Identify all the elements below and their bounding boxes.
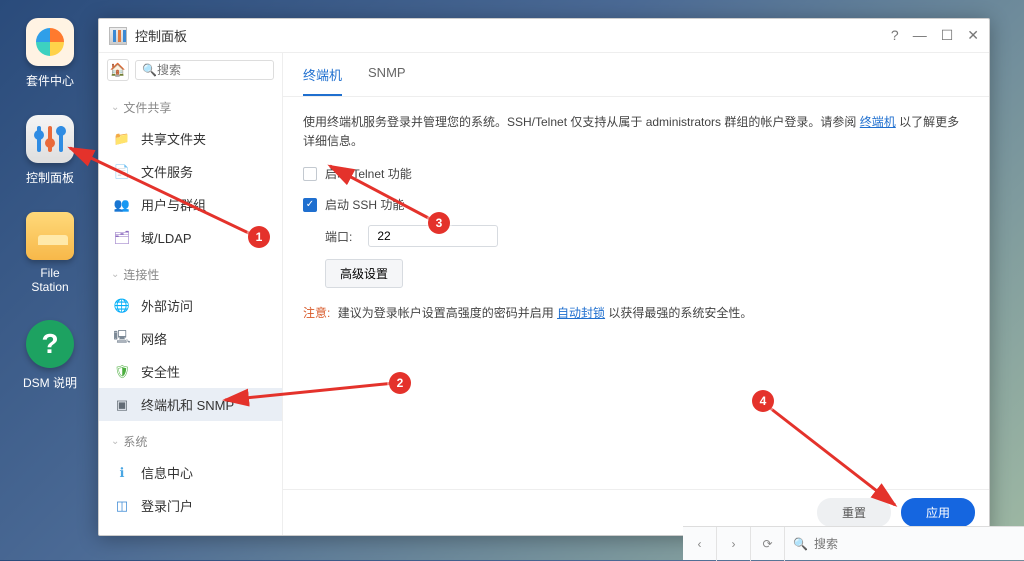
desktop-icon-pkg-center[interactable]: 套件中心: [20, 18, 80, 89]
sidebar-item-shared-folder[interactable]: 📁共享文件夹: [99, 122, 282, 155]
close-button[interactable]: ✕: [967, 27, 979, 44]
maximize-button[interactable]: ☐: [941, 27, 954, 44]
sidebar-item-terminal-snmp[interactable]: ▣终端机和 SNMP: [99, 388, 282, 421]
sidebar-search[interactable]: 🔍: [135, 60, 274, 80]
pkg-center-icon: [26, 18, 74, 66]
desktop-icon-dsm-help[interactable]: ? DSM 说明: [20, 320, 80, 391]
search-input[interactable]: [157, 63, 267, 77]
security-note: 注意: 建议为登录帐户设置高强度的密码并启用 自动封锁 以获得最强的系统安全性。: [303, 304, 969, 321]
network-icon: 🖳: [113, 330, 131, 348]
section-system[interactable]: ⌄系统: [99, 423, 282, 456]
sidebar-item-login-portal[interactable]: ◫登录门户: [99, 489, 282, 522]
chevron-down-icon: ⌄: [111, 269, 119, 280]
control-panel-icon: [26, 115, 74, 163]
sidebar-item-network[interactable]: 🖳网络: [99, 322, 282, 355]
terminal-help-link[interactable]: 终端机: [860, 115, 896, 129]
sidebar-item-external-access[interactable]: 🌐外部访问: [99, 289, 282, 322]
domain-icon: 🗂: [113, 229, 131, 247]
taskbar-search[interactable]: 🔍: [785, 537, 1024, 551]
info-icon: ℹ: [113, 464, 131, 482]
icon-label: DSM 说明: [20, 374, 80, 391]
file-icon: 📄: [113, 163, 131, 181]
search-icon: 🔍: [142, 63, 157, 77]
desktop-icon-control-panel[interactable]: 控制面板: [20, 115, 80, 186]
icon-label: File Station: [20, 266, 80, 294]
terminal-icon: ▣: [113, 396, 131, 414]
sidebar-item-user-group[interactable]: 👥用户与群组: [99, 188, 282, 221]
main-panel: 终端机 SNMP 使用终端机服务登录并管理您的系统。SSH/Telnet 仅支持…: [283, 53, 989, 535]
sidebar-item-security[interactable]: 🛡安全性: [99, 355, 282, 388]
help-button[interactable]: ?: [891, 27, 899, 44]
users-icon: 👥: [113, 196, 131, 214]
file-station-icon: [26, 212, 74, 260]
home-button[interactable]: 🏠: [107, 59, 129, 81]
description: 使用终端机服务登录并管理您的系统。SSH/Telnet 仅支持从属于 admin…: [303, 113, 969, 151]
tab-content: 使用终端机服务登录并管理您的系统。SSH/Telnet 仅支持从属于 admin…: [283, 97, 989, 489]
titlebar: 控制面板 ? — ☐ ✕: [99, 19, 989, 53]
window-controls: ? — ☐ ✕: [891, 27, 979, 44]
section-file-sharing[interactable]: ⌄文件共享: [99, 89, 282, 122]
nav-forward-button[interactable]: ›: [717, 527, 751, 561]
sidebar: 🏠 🔍 ⌄文件共享 📁共享文件夹 📄文件服务 👥用户与群组 🗂域/LDAP ⌄连…: [99, 53, 283, 535]
ssh-port-input[interactable]: [368, 225, 498, 247]
sidebar-item-info-center[interactable]: ℹ信息中心: [99, 456, 282, 489]
icon-label: 控制面板: [20, 169, 80, 186]
nav-back-button[interactable]: ‹: [683, 527, 717, 561]
search-icon: 🔍: [793, 537, 808, 551]
ssh-checkbox-label: 启动 SSH 功能: [325, 196, 404, 213]
window-title: 控制面板: [135, 26, 891, 45]
desktop-icons: 套件中心 控制面板 File Station ? DSM 说明: [20, 18, 90, 417]
reset-button[interactable]: 重置: [817, 498, 891, 527]
help-icon: ?: [26, 320, 74, 368]
chevron-down-icon: ⌄: [111, 436, 119, 447]
advanced-settings-button[interactable]: 高级设置: [325, 259, 403, 288]
icon-label: 套件中心: [20, 72, 80, 89]
checkbox-icon: [303, 167, 317, 181]
telnet-checkbox-label: 启动 Telnet 功能: [325, 165, 412, 182]
tabs: 终端机 SNMP: [283, 53, 989, 97]
refresh-button[interactable]: ⟳: [751, 527, 785, 561]
folder-icon: 📁: [113, 130, 131, 148]
tab-terminal[interactable]: 终端机: [303, 65, 342, 96]
chevron-down-icon: ⌄: [111, 102, 119, 113]
control-panel-window: 控制面板 ? — ☐ ✕ 🏠 🔍 ⌄文件共享 📁共享文件夹 📄文件服务 👥用户与…: [98, 18, 990, 536]
portal-icon: ◫: [113, 497, 131, 515]
control-panel-logo-icon: [109, 27, 127, 45]
tab-snmp[interactable]: SNMP: [368, 65, 406, 96]
minimize-button[interactable]: —: [913, 27, 927, 44]
globe-icon: 🌐: [113, 297, 131, 315]
desktop-icon-file-station[interactable]: File Station: [20, 212, 80, 294]
apply-button[interactable]: 应用: [901, 498, 975, 527]
section-connectivity[interactable]: ⌄连接性: [99, 256, 282, 289]
shield-icon: 🛡: [113, 363, 131, 381]
ssh-checkbox-row[interactable]: ✓ 启动 SSH 功能: [303, 196, 969, 213]
port-label: 端口:: [325, 228, 352, 245]
sidebar-item-file-services[interactable]: 📄文件服务: [99, 155, 282, 188]
checkbox-checked-icon: ✓: [303, 198, 317, 212]
taskbar-fragment: ‹ › ⟳ 🔍: [683, 526, 1024, 560]
taskbar-search-input[interactable]: [814, 537, 1016, 551]
telnet-checkbox-row[interactable]: 启动 Telnet 功能: [303, 165, 969, 182]
sidebar-item-domain-ldap[interactable]: 🗂域/LDAP: [99, 221, 282, 254]
auto-block-link[interactable]: 自动封锁: [557, 306, 605, 320]
